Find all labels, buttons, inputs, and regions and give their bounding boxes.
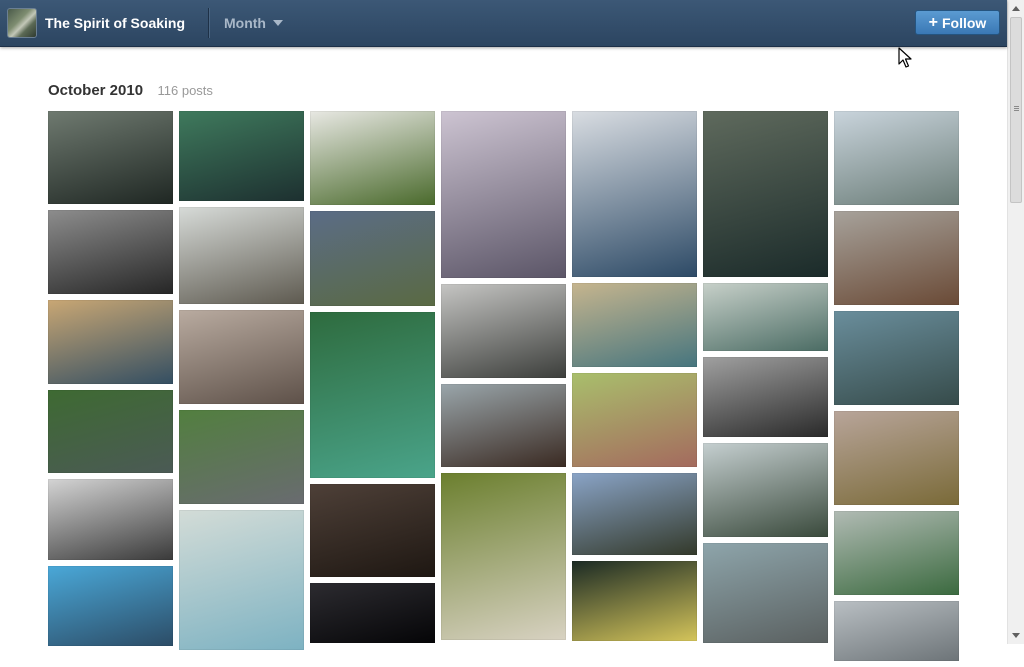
blog-title[interactable]: The Spirit of Soaking — [45, 15, 185, 31]
post-count: 116 posts — [157, 83, 213, 98]
photo-thumbnail[interactable] — [703, 543, 828, 643]
top-navigation-bar: The Spirit of Soaking Month + Follow — [0, 0, 1007, 47]
photo-thumbnail[interactable] — [48, 390, 173, 473]
photo-thumbnail[interactable] — [703, 443, 828, 537]
photo-column — [441, 111, 566, 646]
photo-thumbnail[interactable] — [179, 111, 304, 201]
photo-thumbnail[interactable] — [572, 373, 697, 467]
mouse-cursor — [898, 47, 912, 68]
nav-divider — [208, 8, 209, 38]
photo-thumbnail[interactable] — [572, 473, 697, 555]
photo-thumbnail[interactable] — [834, 601, 959, 661]
arrow-down-icon — [1012, 633, 1020, 638]
photo-thumbnail[interactable] — [703, 357, 828, 437]
photo-thumbnail[interactable] — [572, 111, 697, 277]
photo-column — [703, 111, 828, 649]
photo-thumbnail[interactable] — [310, 211, 435, 306]
photo-thumbnail[interactable] — [834, 511, 959, 595]
photo-thumbnail[interactable] — [48, 566, 173, 646]
archive-header: October 2010 116 posts — [48, 82, 213, 100]
photo-thumbnail[interactable] — [310, 484, 435, 577]
photo-column — [834, 111, 959, 667]
month-heading: October 2010 — [48, 82, 144, 99]
photo-thumbnail[interactable] — [834, 411, 959, 505]
photo-thumbnail[interactable] — [441, 384, 566, 467]
follow-button[interactable]: + Follow — [915, 10, 1000, 35]
photo-thumbnail[interactable] — [572, 561, 697, 641]
photo-thumbnail[interactable] — [310, 583, 435, 643]
chevron-down-icon — [272, 20, 283, 26]
photo-thumbnail[interactable] — [572, 283, 697, 367]
photo-column — [48, 111, 173, 652]
month-dropdown[interactable]: Month — [224, 15, 283, 31]
plus-icon: + — [928, 13, 938, 31]
photo-thumbnail[interactable] — [834, 211, 959, 305]
photo-thumbnail[interactable] — [48, 111, 173, 204]
grip-icon — [1014, 106, 1019, 112]
photo-thumbnail[interactable] — [441, 473, 566, 640]
scroll-up-button[interactable] — [1008, 0, 1024, 17]
photo-thumbnail[interactable] — [834, 111, 959, 205]
photo-thumbnail[interactable] — [179, 207, 304, 304]
photo-thumbnail[interactable] — [310, 312, 435, 478]
photo-thumbnail[interactable] — [179, 310, 304, 404]
arrow-up-icon — [1012, 6, 1020, 11]
photo-thumbnail[interactable] — [441, 111, 566, 278]
photo-thumbnail[interactable] — [48, 210, 173, 294]
photo-column — [310, 111, 435, 649]
blog-avatar[interactable] — [7, 8, 37, 38]
photo-thumbnail[interactable] — [179, 510, 304, 650]
photo-thumbnail[interactable] — [834, 311, 959, 405]
photo-thumbnail[interactable] — [441, 284, 566, 378]
photo-thumbnail[interactable] — [310, 111, 435, 205]
scroll-down-button[interactable] — [1008, 627, 1024, 644]
follow-button-label: Follow — [942, 14, 987, 31]
photo-column — [572, 111, 697, 647]
vertical-scrollbar[interactable] — [1007, 0, 1024, 644]
month-dropdown-label: Month — [224, 15, 266, 31]
photo-thumbnail[interactable] — [48, 300, 173, 384]
scrollbar-thumb[interactable] — [1010, 17, 1022, 203]
photo-column — [179, 111, 304, 656]
photo-thumbnail[interactable] — [703, 111, 828, 277]
photo-thumbnail[interactable] — [179, 410, 304, 504]
photo-thumbnail[interactable] — [703, 283, 828, 351]
photo-thumbnail[interactable] — [48, 479, 173, 560]
